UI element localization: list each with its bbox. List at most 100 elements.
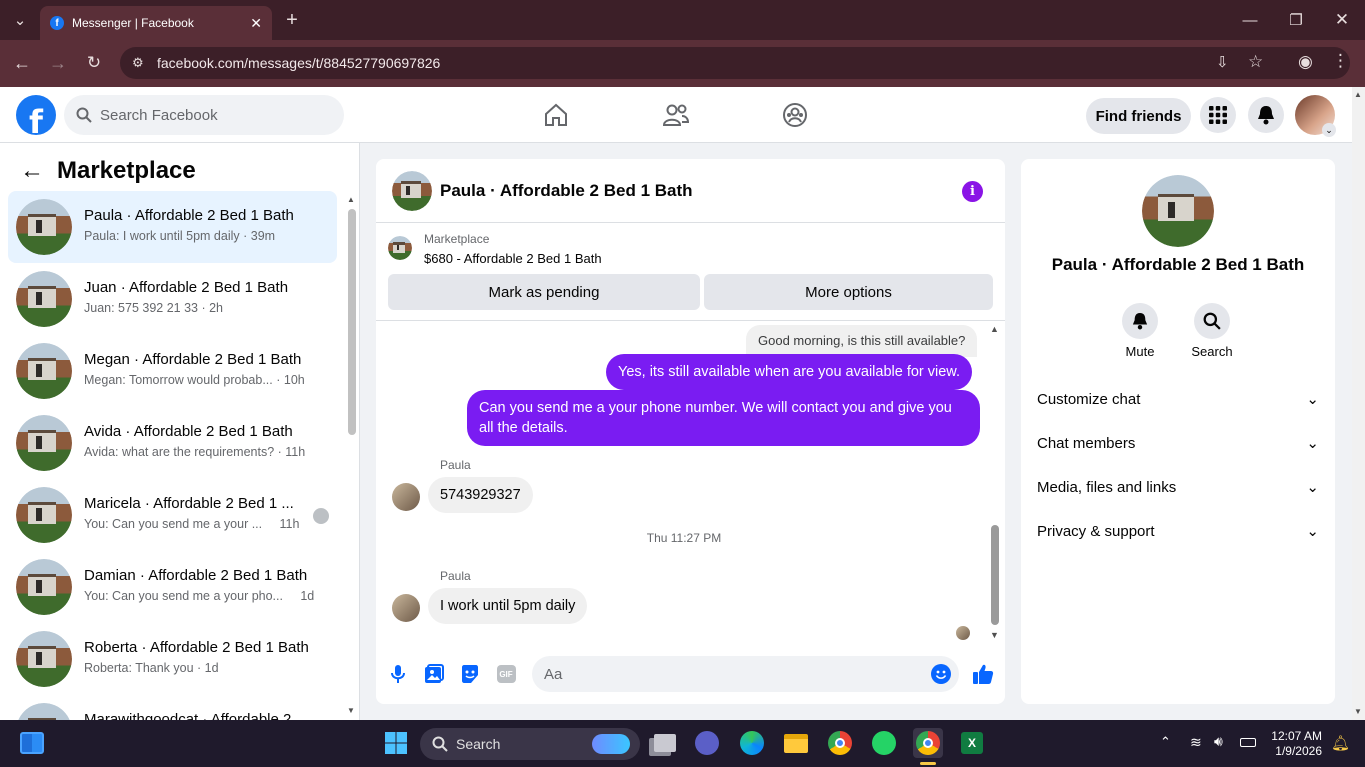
search-label: Search bbox=[1191, 344, 1233, 359]
messages-scroll-up-icon[interactable]: ▲ bbox=[990, 324, 999, 334]
facebook-logo-icon[interactable]: f bbox=[16, 95, 56, 135]
facebook-search-input[interactable]: Search Facebook bbox=[64, 95, 344, 135]
conversation-item[interactable]: Marawithgoodcat · Affordable 2 ... bbox=[8, 695, 337, 720]
reload-icon[interactable]: ↻ bbox=[82, 51, 106, 75]
profile-icon[interactable]: ◉ bbox=[1298, 52, 1313, 72]
edge-browser-icon[interactable] bbox=[737, 728, 767, 758]
listing-thumbnail bbox=[16, 271, 72, 327]
wifi-icon[interactable]: ≋ bbox=[1190, 734, 1202, 751]
browser-menu-icon[interactable]: ⋮ bbox=[1332, 51, 1349, 71]
section-label: Privacy & support bbox=[1037, 522, 1155, 540]
mark-as-pending-button[interactable]: Mark as pending bbox=[388, 274, 700, 310]
thumbs-up-icon[interactable] bbox=[971, 662, 995, 686]
sender-avatar[interactable] bbox=[392, 594, 420, 622]
message-text: I work until 5pm daily bbox=[440, 598, 576, 614]
conversation-item[interactable]: Maricela · Affordable 2 Bed 1 ... You: C… bbox=[8, 479, 337, 551]
close-window-icon[interactable]: ✕ bbox=[1330, 8, 1354, 32]
info-icon[interactable]: i bbox=[962, 181, 983, 202]
message-input[interactable]: Aa bbox=[532, 656, 959, 692]
tab-list-chevron-icon[interactable]: ⌄ bbox=[8, 8, 32, 32]
page-scrollbar[interactable]: ▲ ▼ bbox=[1352, 87, 1365, 720]
widgets-icon[interactable] bbox=[17, 728, 47, 758]
listing-thumbnail bbox=[16, 199, 72, 255]
chrome-icon[interactable] bbox=[825, 728, 855, 758]
clock[interactable]: 12:07 AM 1/9/2026 bbox=[1262, 729, 1322, 759]
forward-icon[interactable]: → bbox=[46, 51, 70, 75]
groups-icon[interactable] bbox=[779, 99, 811, 131]
chat-avatar[interactable] bbox=[392, 171, 432, 211]
battery-icon[interactable] bbox=[1240, 738, 1256, 747]
mute-button[interactable] bbox=[1122, 303, 1158, 339]
conversation-item[interactable]: Avida · Affordable 2 Bed 1 Bath Avida: w… bbox=[8, 407, 337, 479]
message-incoming[interactable]: 5743929327 bbox=[428, 477, 533, 513]
restore-icon[interactable]: ❐ bbox=[1284, 8, 1308, 32]
minimize-icon[interactable]: — bbox=[1238, 8, 1262, 32]
start-windows-icon[interactable] bbox=[381, 728, 411, 758]
bookmark-star-icon[interactable]: ☆ bbox=[1248, 52, 1263, 72]
excel-icon[interactable]: X bbox=[957, 728, 987, 758]
task-view-icon[interactable] bbox=[650, 728, 680, 758]
conversation-preview: Juan: 575 392 21 33 · 2h bbox=[84, 301, 224, 315]
notification-center-bell-icon[interactable]: 🔔︎ bbox=[1331, 734, 1350, 752]
listing-thumbnail bbox=[16, 559, 72, 615]
taskbar-search-box[interactable]: Search bbox=[420, 728, 640, 760]
more-options-label: More options bbox=[805, 283, 892, 301]
browser-tab-messenger[interactable]: f Messenger | Facebook ✕ bbox=[40, 6, 272, 40]
show-hidden-icons-chevron[interactable]: ⌃ bbox=[1160, 734, 1171, 750]
microphone-icon[interactable] bbox=[386, 662, 410, 686]
home-icon[interactable] bbox=[540, 99, 572, 131]
menu-grid-icon[interactable] bbox=[1200, 97, 1236, 133]
notifications-bell-icon[interactable] bbox=[1248, 97, 1284, 133]
gif-icon[interactable]: GIF bbox=[494, 662, 518, 686]
whatsapp-icon[interactable] bbox=[869, 728, 899, 758]
install-app-icon[interactable]: ⇩ bbox=[1216, 53, 1229, 71]
messages-scrollbar[interactable] bbox=[991, 525, 999, 625]
chat-title[interactable]: Paula · Affordable 2 Bed 1 Bath bbox=[440, 181, 693, 201]
message-incoming[interactable]: Good morning, is this still available? bbox=[746, 325, 978, 357]
message-outgoing[interactable]: Yes, its still available when are you av… bbox=[606, 354, 973, 390]
chat-header: Paula · Affordable 2 Bed 1 Bath i bbox=[376, 159, 1005, 223]
chevron-down-icon: ⌄ bbox=[1306, 391, 1319, 408]
conversation-item[interactable]: Juan · Affordable 2 Bed 1 Bath Juan: 575… bbox=[8, 263, 337, 335]
chat-members-section[interactable]: Chat members ⌄ bbox=[1037, 421, 1319, 465]
file-explorer-icon[interactable] bbox=[781, 728, 811, 758]
message-outgoing[interactable]: Can you send me a your phone number. We … bbox=[467, 390, 980, 446]
url-bar[interactable]: ⚙ facebook.com/messages/t/88452779069782… bbox=[120, 47, 1350, 79]
facebook-header: f Search Facebook Find friends ⌄ bbox=[0, 87, 1352, 143]
list-scroll-up-icon[interactable]: ▲ bbox=[347, 195, 355, 204]
conversation-item[interactable]: Paula · Affordable 2 Bed 1 Bath Paula: I… bbox=[8, 191, 337, 263]
scroll-up-arrow-icon[interactable]: ▲ bbox=[1354, 90, 1362, 99]
back-arrow-icon[interactable]: ← bbox=[20, 157, 44, 185]
conversation-item[interactable]: Roberta · Affordable 2 Bed 1 Bath Robert… bbox=[8, 623, 337, 695]
search-in-conversation-button[interactable] bbox=[1194, 303, 1230, 339]
sticker-icon[interactable] bbox=[458, 662, 482, 686]
emoji-icon[interactable] bbox=[931, 664, 951, 684]
media-files-links-section[interactable]: Media, files and links ⌄ bbox=[1037, 465, 1319, 509]
messages-scroll-down-icon[interactable]: ▼ bbox=[990, 630, 999, 640]
volume-icon[interactable]: 🔊︎ bbox=[1214, 733, 1223, 750]
conversation-item[interactable]: Megan · Affordable 2 Bed 1 Bath Megan: T… bbox=[8, 335, 337, 407]
message-text: 5743929327 bbox=[440, 487, 521, 503]
close-tab-icon[interactable]: ✕ bbox=[250, 15, 262, 32]
new-tab-icon[interactable]: + bbox=[280, 8, 304, 32]
back-icon[interactable]: ← bbox=[10, 51, 34, 75]
scroll-down-arrow-icon[interactable]: ▼ bbox=[1354, 707, 1362, 716]
customize-chat-section[interactable]: Customize chat ⌄ bbox=[1037, 377, 1319, 421]
friends-icon[interactable] bbox=[660, 99, 692, 131]
message-incoming[interactable]: I work until 5pm daily bbox=[428, 588, 588, 624]
chrome-profile-active-icon[interactable] bbox=[913, 728, 943, 758]
conversation-item[interactable]: Damian · Affordable 2 Bed 1 Bath You: Ca… bbox=[8, 551, 337, 623]
info-name: Paula · Affordable 2 Bed 1 Bath bbox=[1051, 255, 1305, 274]
find-friends-button[interactable]: Find friends bbox=[1086, 98, 1191, 134]
more-options-button[interactable]: More options bbox=[704, 274, 993, 310]
privacy-support-section[interactable]: Privacy & support ⌄ bbox=[1037, 509, 1319, 553]
site-settings-icon[interactable]: ⚙ bbox=[132, 55, 144, 71]
listing-title[interactable]: $680 - Affordable 2 Bed 1 Bath bbox=[424, 251, 602, 266]
list-scroll-down-icon[interactable]: ▼ bbox=[347, 706, 355, 715]
account-chevron-icon[interactable]: ⌄ bbox=[1322, 123, 1336, 137]
meet-app-icon[interactable] bbox=[692, 728, 722, 758]
photo-icon[interactable] bbox=[422, 662, 446, 686]
sender-avatar[interactable] bbox=[392, 483, 420, 511]
conversation-list-scrollbar[interactable] bbox=[348, 209, 356, 435]
conversation-name: Avida · Affordable 2 Bed 1 Bath bbox=[84, 423, 293, 440]
